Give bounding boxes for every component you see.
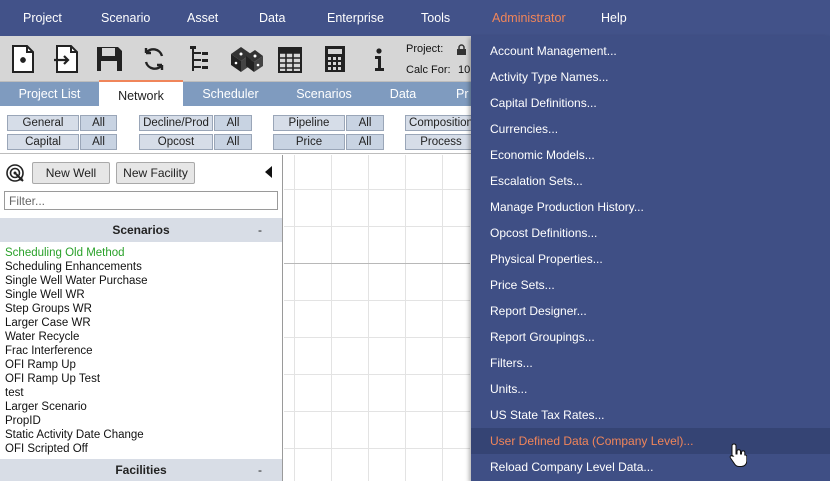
admin-menu-item[interactable]: Escalation Sets... xyxy=(471,168,830,194)
tab-data[interactable]: Data xyxy=(370,82,436,106)
calc-for-label: Calc For: xyxy=(406,64,451,76)
capital-all-button[interactable]: All xyxy=(80,134,117,150)
admin-menu-item[interactable]: Activity Type Names... xyxy=(471,64,830,90)
administrator-dropdown-menu: Account Management... Activity Type Names… xyxy=(471,36,830,481)
admin-menu-item[interactable]: Account Management... xyxy=(471,38,830,64)
menu-administrator[interactable]: Administrator xyxy=(492,11,566,25)
scenario-list-item[interactable]: Frac Interference xyxy=(5,344,275,358)
scenarios-header-label: Scenarios xyxy=(112,223,170,237)
save-icon[interactable] xyxy=(94,44,124,74)
admin-menu-item[interactable]: Price Sets... xyxy=(471,272,830,298)
admin-menu-item[interactable]: Physical Properties... xyxy=(471,246,830,272)
price-all-button[interactable]: All xyxy=(346,134,384,150)
admin-menu-item[interactable]: Report Designer... xyxy=(471,298,830,324)
menu-data[interactable]: Data xyxy=(259,11,285,25)
scenario-list-item[interactable]: OFI Ramp Up Test xyxy=(5,372,275,386)
scenario-list-item[interactable]: Scheduling Old Method xyxy=(5,246,275,260)
project-label: Project: xyxy=(406,43,444,55)
menu-scenario[interactable]: Scenario xyxy=(101,11,150,25)
admin-menu-item[interactable]: Report Groupings... xyxy=(471,324,830,350)
facilities-header-label: Facilities xyxy=(115,463,167,477)
collapse-panel-icon[interactable] xyxy=(264,166,274,178)
left-panel: New Well New Facility Scenarios - Schedu… xyxy=(0,155,283,481)
capital-filter-button[interactable]: Capital xyxy=(7,134,79,150)
pipeline-filter-button[interactable]: Pipeline xyxy=(273,115,345,131)
admin-menu-item[interactable]: Reload Company Level Data... xyxy=(471,454,830,480)
scenario-list-item[interactable]: Water Recycle xyxy=(5,330,275,344)
general-all-button[interactable]: All xyxy=(80,115,117,131)
scenario-list-item[interactable]: Step Groups WR xyxy=(5,302,275,316)
import-icon[interactable] xyxy=(52,44,82,74)
lock-icon xyxy=(457,44,466,55)
menu-help[interactable]: Help xyxy=(601,11,627,25)
new-facility-button[interactable]: New Facility xyxy=(116,162,195,184)
menu-bar: Project Scenario Asset Data Enterprise T… xyxy=(0,0,830,36)
facilities-collapse-toggle[interactable]: - xyxy=(258,459,262,481)
pipeline-all-button[interactable]: All xyxy=(346,115,384,131)
composition-filter-button[interactable]: Composition xyxy=(405,115,477,131)
new-file-icon[interactable] xyxy=(8,44,38,74)
new-well-button[interactable]: New Well xyxy=(32,162,110,184)
admin-menu-item[interactable]: Economic Models... xyxy=(471,142,830,168)
admin-menu-item[interactable]: Manage Production History... xyxy=(471,194,830,220)
admin-menu-item[interactable]: Capital Definitions... xyxy=(471,90,830,116)
dice-icon[interactable] xyxy=(228,44,264,74)
scenarios-collapse-toggle[interactable]: - xyxy=(258,218,262,242)
scenario-list-item[interactable]: Single Well WR xyxy=(5,288,275,302)
tree-icon[interactable] xyxy=(185,44,215,74)
scenario-list-item[interactable]: Larger Case WR xyxy=(5,316,275,330)
admin-menu-item[interactable]: Filters... xyxy=(471,350,830,376)
menu-project[interactable]: Project xyxy=(23,11,62,25)
opcost-all-button[interactable]: All xyxy=(214,134,252,150)
info-icon[interactable] xyxy=(364,44,394,74)
decline-filter-button[interactable]: Decline/Prod xyxy=(139,115,213,131)
scenario-list-item[interactable]: Scheduling Enhancements xyxy=(5,260,275,274)
admin-menu-item[interactable]: Units... xyxy=(471,376,830,402)
filter-input[interactable] xyxy=(4,191,278,210)
scenario-list: Scheduling Old Method Scheduling Enhancem… xyxy=(5,246,275,456)
admin-menu-item[interactable]: Opcost Definitions... xyxy=(471,220,830,246)
scenario-list-item[interactable]: Larger Scenario xyxy=(5,400,275,414)
calculator-icon[interactable] xyxy=(320,44,350,74)
admin-menu-item[interactable]: User Defined Data (Company Level)... xyxy=(471,428,830,454)
tab-project-list[interactable]: Project List xyxy=(0,82,99,106)
scenario-list-item[interactable]: test xyxy=(5,386,275,400)
target-select-icon[interactable] xyxy=(4,162,26,184)
refresh-icon[interactable] xyxy=(139,44,169,74)
spreadsheet-icon[interactable] xyxy=(275,44,305,74)
menu-enterprise[interactable]: Enterprise xyxy=(327,11,384,25)
admin-menu-item[interactable]: Currencies... xyxy=(471,116,830,142)
menu-tools[interactable]: Tools xyxy=(421,11,450,25)
tab-scheduler[interactable]: Scheduler xyxy=(183,82,278,106)
scenario-list-item[interactable]: Static Activity Date Change xyxy=(5,428,275,442)
process-filter-button[interactable]: Process xyxy=(405,134,477,150)
grid-divider xyxy=(284,263,470,264)
calc-for-value[interactable]: 10 xyxy=(458,64,470,76)
general-filter-button[interactable]: General xyxy=(7,115,79,131)
scenario-list-item[interactable]: OFI Scripted Off xyxy=(5,442,275,456)
scenarios-section-header[interactable]: Scenarios - xyxy=(0,218,282,242)
facilities-section-header[interactable]: Facilities - xyxy=(0,459,282,481)
menu-asset[interactable]: Asset xyxy=(187,11,218,25)
network-canvas[interactable] xyxy=(284,155,470,481)
scenario-list-item[interactable]: PropID xyxy=(5,414,275,428)
scenario-list-item[interactable]: Single Well Water Purchase xyxy=(5,274,275,288)
tab-scenarios[interactable]: Scenarios xyxy=(278,82,370,106)
hand-cursor-icon xyxy=(729,443,747,467)
tab-network[interactable]: Network xyxy=(99,80,183,108)
scenario-list-item[interactable]: OFI Ramp Up xyxy=(5,358,275,372)
admin-menu-item[interactable]: US State Tax Rates... xyxy=(471,402,830,428)
price-filter-button[interactable]: Price xyxy=(273,134,345,150)
decline-all-button[interactable]: All xyxy=(214,115,252,131)
opcost-filter-button[interactable]: Opcost xyxy=(139,134,213,150)
